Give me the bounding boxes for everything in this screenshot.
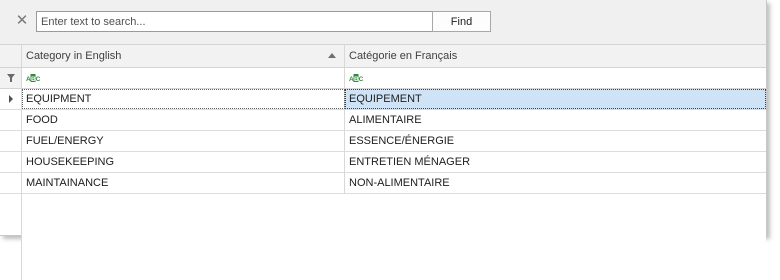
svg-text:C: C: [36, 76, 40, 83]
abc-text-filter-icon: A B C: [26, 73, 40, 83]
search-input[interactable]: [36, 11, 434, 32]
cell-english[interactable]: FUEL/ENERGY: [22, 131, 345, 151]
header-indicator-cell: [0, 45, 22, 67]
column-header-english[interactable]: Category in English: [22, 45, 345, 67]
column-header-row: Category in English Catégorie en Françai…: [0, 45, 766, 68]
cell-english[interactable]: HOUSEKEEPING: [22, 152, 345, 172]
abc-text-filter-icon: A B C: [349, 73, 363, 83]
cell-french[interactable]: NON-ALIMENTAIRE: [345, 173, 766, 193]
row-indicator[interactable]: [0, 131, 22, 151]
column-header-label: Category in English: [26, 50, 122, 62]
cell-french[interactable]: ALIMENTAIRE: [345, 110, 766, 130]
cell-french[interactable]: ESSENCE/ÉNERGIE: [345, 131, 766, 151]
sort-ascending-icon: [328, 53, 336, 58]
cell-english[interactable]: EQUIPMENT: [22, 89, 345, 109]
cell-french[interactable]: ENTRETIEN MÉNAGER: [345, 152, 766, 172]
row-indicator[interactable]: [0, 173, 22, 193]
table-row[interactable]: HOUSEKEEPING ENTRETIEN MÉNAGER: [0, 152, 766, 173]
filter-indicator-cell: [0, 68, 22, 88]
grid-window: ✕ Find Category in English Catégorie en …: [0, 0, 767, 280]
close-icon[interactable]: ✕: [14, 12, 30, 30]
table-row[interactable]: MAINTAINANCE NON-ALIMENTAIRE: [0, 173, 766, 194]
table-row[interactable]: EQUIPMENT EQUIPEMENT: [0, 89, 766, 110]
filter-cell-english[interactable]: A B C: [22, 68, 345, 88]
table-row[interactable]: FUEL/ENERGY ESSENCE/ÉNERGIE: [0, 131, 766, 152]
data-grid: Category in English Catégorie en Françai…: [0, 45, 766, 280]
cell-english[interactable]: FOOD: [22, 110, 345, 130]
filter-icon: [7, 74, 15, 82]
empty-grid-area: [22, 194, 766, 280]
filter-cell-french[interactable]: A B C: [345, 68, 766, 88]
search-panel: ✕ Find: [0, 0, 766, 45]
cell-english[interactable]: MAINTAINANCE: [22, 173, 345, 193]
svg-text:C: C: [359, 76, 363, 83]
auto-filter-row: A B C A B C: [0, 68, 766, 89]
row-indicator[interactable]: [0, 152, 22, 172]
row-indicator[interactable]: [0, 89, 22, 109]
table-row[interactable]: FOOD ALIMENTAIRE: [0, 110, 766, 131]
column-header-label: Catégorie en Français: [349, 50, 458, 62]
find-button[interactable]: Find: [432, 11, 491, 32]
focused-row-arrow-icon: [9, 95, 13, 103]
empty-indicator-column: [0, 194, 22, 280]
column-header-french[interactable]: Catégorie en Français: [345, 45, 766, 67]
cell-french[interactable]: EQUIPEMENT: [345, 89, 766, 109]
row-indicator[interactable]: [0, 110, 22, 130]
